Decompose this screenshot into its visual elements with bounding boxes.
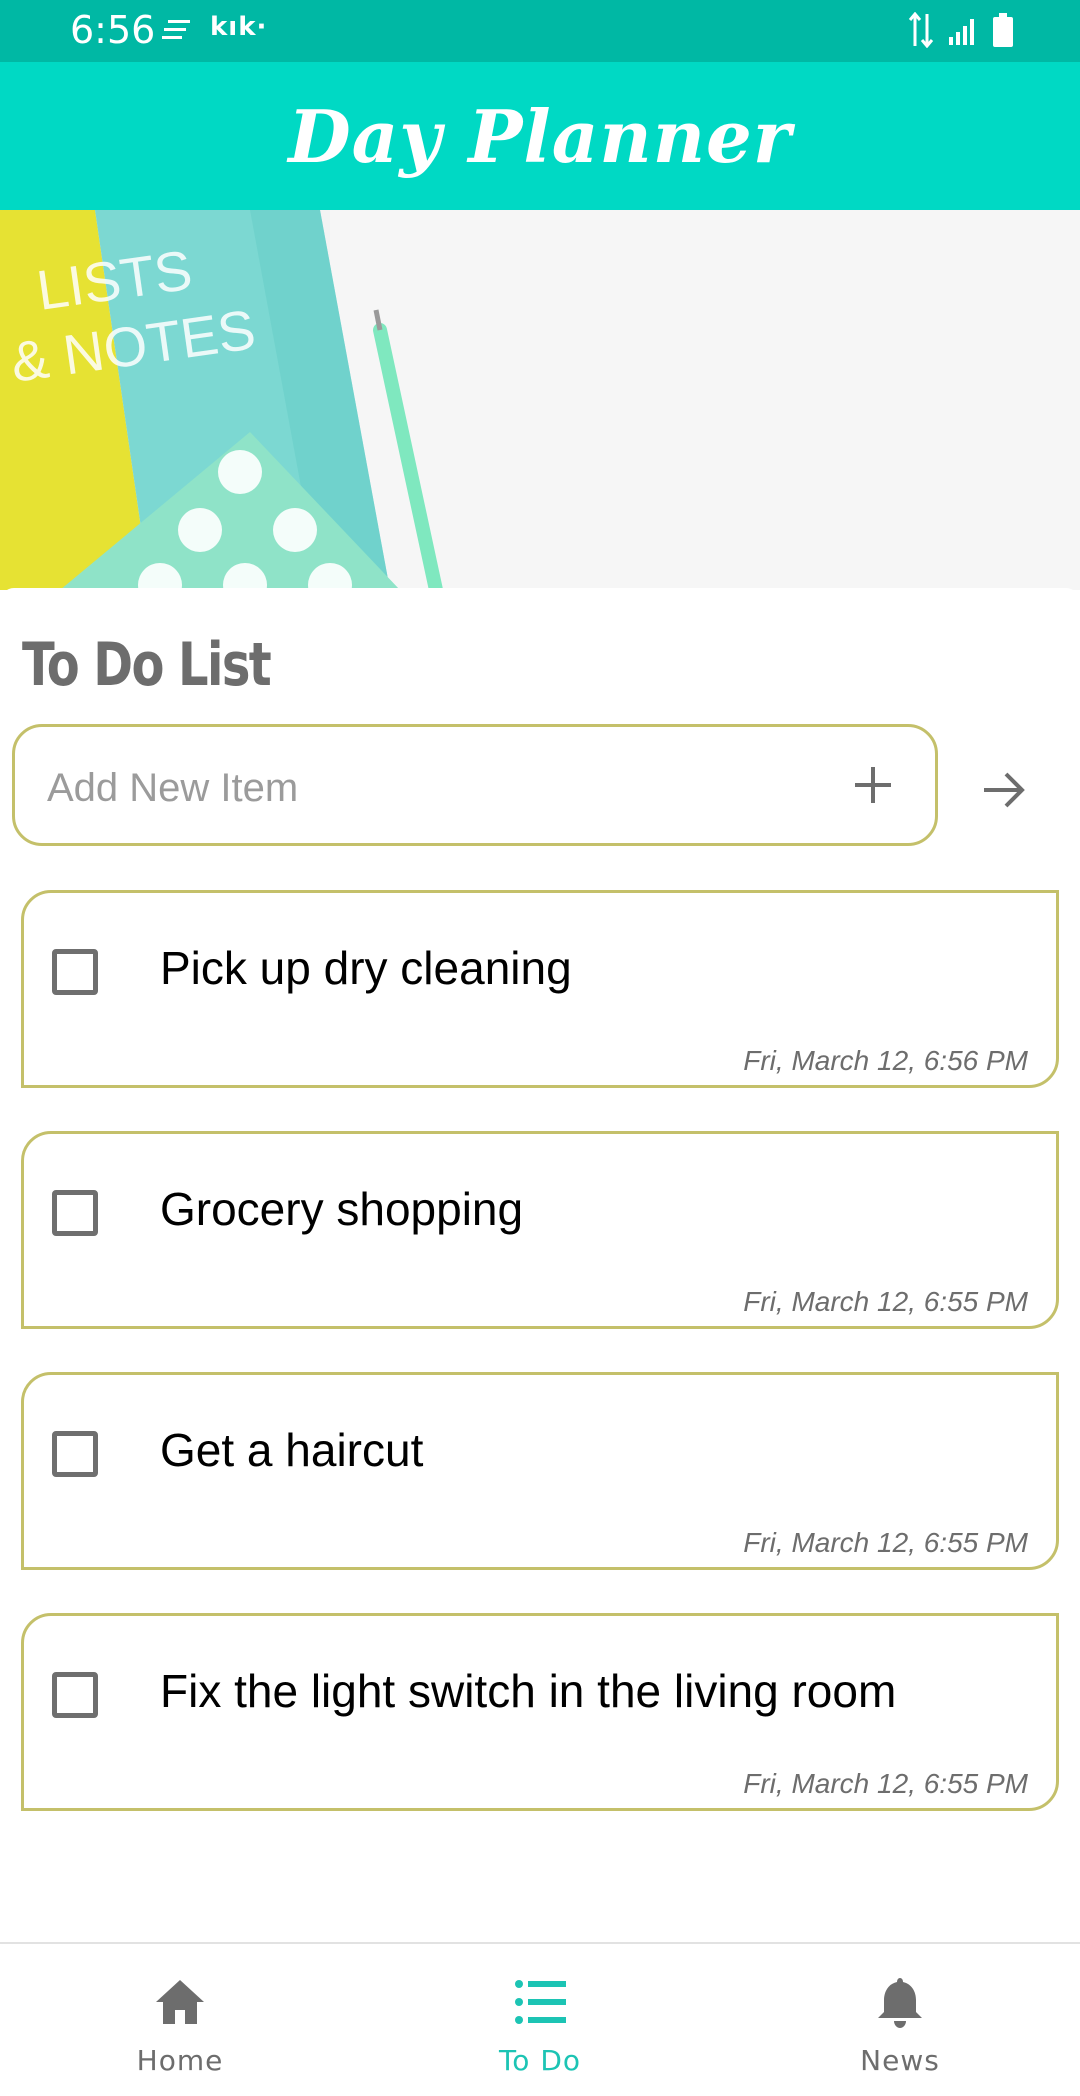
nav-item-todo[interactable]: To Do <box>360 1944 720 2096</box>
bell-icon <box>872 1974 928 2030</box>
todo-item-text: Grocery shopping <box>160 1183 524 1235</box>
plus-icon[interactable] <box>849 761 897 809</box>
arrow-right-icon[interactable] <box>978 764 1030 816</box>
nav-label-todo: To Do <box>498 2044 582 2077</box>
todo-item-timestamp: Fri, March 12, 6:55 PM <box>743 1768 1028 1799</box>
nav-label-news: News <box>860 2044 940 2077</box>
todo-item-text: Fix the light switch in the living room <box>160 1665 897 1717</box>
nav-label-home: Home <box>136 2044 224 2077</box>
todo-checkbox[interactable] <box>52 1431 98 1477</box>
add-item-input[interactable] <box>45 757 829 819</box>
status-time: 6:56 <box>70 8 156 52</box>
todo-item-timestamp: Fri, March 12, 6:55 PM <box>743 1527 1028 1558</box>
data-arrows-icon <box>908 11 934 53</box>
bottom-nav: Home To Do News <box>0 1942 1080 2094</box>
todo-item-timestamp: Fri, March 12, 6:56 PM <box>743 1045 1028 1076</box>
todo-item-text: Pick up dry cleaning <box>160 942 572 994</box>
signal-icon <box>948 15 978 50</box>
kik-notification-icon: kık· <box>210 12 268 42</box>
banner-image: LISTS & NOTES <box>0 210 1080 590</box>
status-icons <box>908 11 1014 53</box>
todo-item[interactable]: Fix the light switch in the living room … <box>21 1613 1059 1811</box>
nav-item-news[interactable]: News <box>720 1944 1080 2096</box>
list-icon <box>512 1974 568 2030</box>
notification-lines-icon <box>162 16 192 49</box>
page-title: To Do List <box>22 630 272 700</box>
battery-icon <box>992 13 1014 52</box>
app-title: Day Planner <box>288 93 792 179</box>
home-icon <box>152 1974 208 2030</box>
todo-item-text: Get a haircut <box>160 1424 424 1476</box>
todo-checkbox[interactable] <box>52 1672 98 1718</box>
todo-item[interactable]: Get a haircut Fri, March 12, 6:55 PM <box>21 1372 1059 1570</box>
todo-item[interactable]: Grocery shopping Fri, March 12, 6:55 PM <box>21 1131 1059 1329</box>
todo-checkbox[interactable] <box>52 1190 98 1236</box>
nav-item-home[interactable]: Home <box>0 1944 360 2096</box>
app-header: Day Planner <box>0 62 1080 210</box>
todo-item[interactable]: Pick up dry cleaning Fri, March 12, 6:56… <box>21 890 1059 1088</box>
status-bar: 6:56 kık· <box>0 0 1080 62</box>
todo-item-timestamp: Fri, March 12, 6:55 PM <box>743 1286 1028 1317</box>
todo-checkbox[interactable] <box>52 949 98 995</box>
add-item-field[interactable] <box>12 724 938 846</box>
